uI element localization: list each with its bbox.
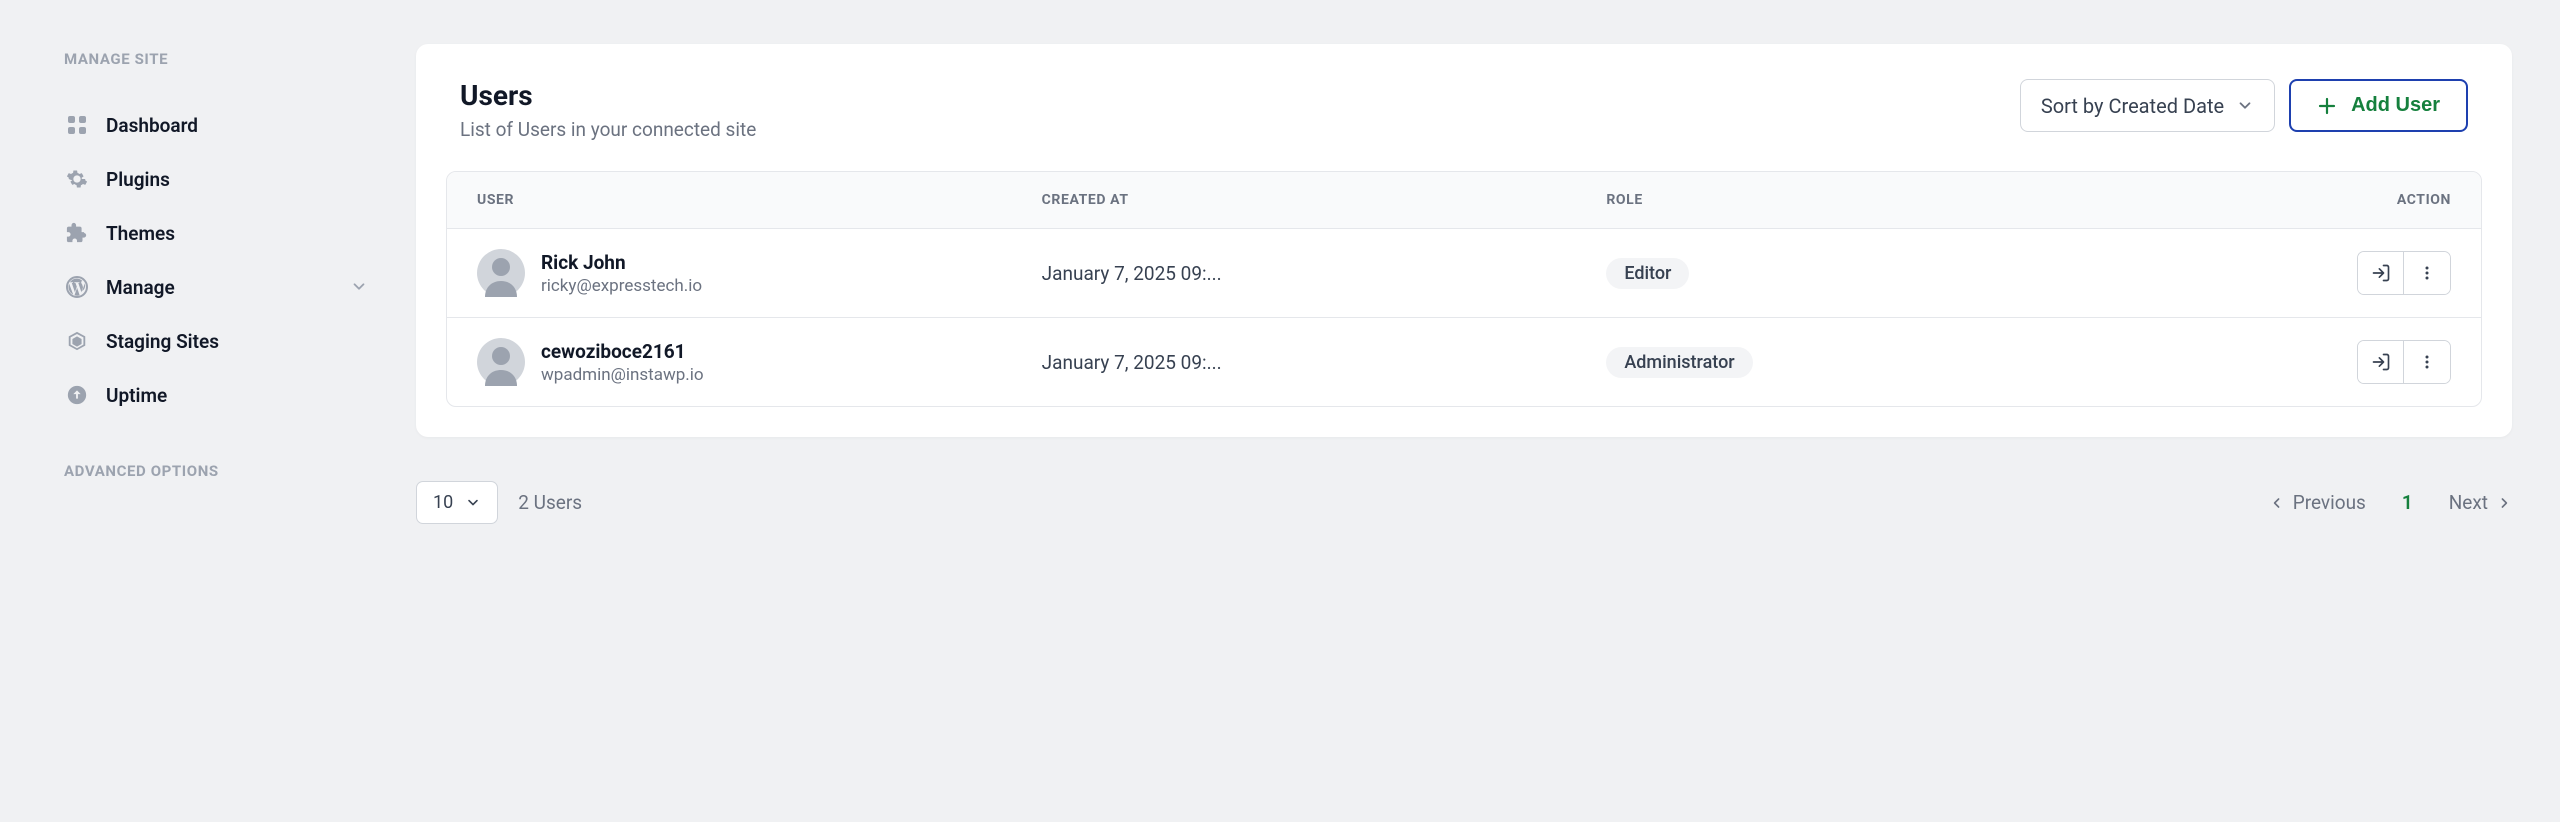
gear-icon — [64, 166, 90, 192]
login-as-button[interactable] — [2358, 341, 2404, 383]
previous-button[interactable]: Previous — [2269, 491, 2366, 514]
chevron-down-icon — [350, 278, 368, 296]
chevron-right-icon — [2496, 495, 2512, 511]
created-at: January 7, 2025 09:... — [1042, 351, 1607, 374]
cube-icon — [64, 328, 90, 354]
sidebar: MANAGE SITE Dashboard Plugins Themes Man… — [0, 0, 416, 822]
login-as-button[interactable] — [2358, 252, 2404, 294]
next-button[interactable]: Next — [2449, 491, 2512, 514]
user-cell: cewoziboce2161 wpadmin@instawp.io — [477, 338, 1042, 386]
sidebar-item-label: Dashboard — [106, 114, 198, 137]
next-label: Next — [2449, 491, 2488, 514]
page-subtitle: List of Users in your connected site — [460, 118, 756, 141]
total-count: 2 Users — [518, 491, 582, 514]
plus-icon — [2317, 96, 2337, 116]
add-user-button[interactable]: Add User — [2289, 79, 2468, 132]
sidebar-item-dashboard[interactable]: Dashboard — [64, 98, 368, 152]
sidebar-item-label: Plugins — [106, 168, 170, 191]
avatar — [477, 249, 525, 297]
created-at: January 7, 2025 09:... — [1042, 262, 1607, 285]
sidebar-item-label: Manage — [106, 276, 175, 299]
more-actions-button[interactable] — [2404, 252, 2450, 294]
main-content: Users List of Users in your connected si… — [416, 0, 2560, 822]
sidebar-item-manage[interactable]: Manage — [64, 260, 368, 314]
page-size-value: 10 — [433, 492, 453, 513]
sidebar-item-label: Staging Sites — [106, 330, 219, 353]
pager: Previous 1 Next — [2269, 491, 2512, 514]
header-titles: Users List of Users in your connected si… — [460, 79, 756, 141]
arrow-up-circle-icon — [64, 382, 90, 408]
chevron-down-icon — [465, 495, 481, 511]
user-name: Rick John — [541, 251, 702, 274]
card-header: Users List of Users in your connected si… — [446, 79, 2482, 141]
table-head: USER CREATED AT ROLE ACTION — [447, 172, 2481, 229]
pagination: 10 2 Users Previous 1 Next — [416, 481, 2512, 524]
add-user-label: Add User — [2351, 94, 2440, 117]
sidebar-item-label: Uptime — [106, 384, 167, 407]
sidebar-item-plugins[interactable]: Plugins — [64, 152, 368, 206]
avatar — [477, 338, 525, 386]
user-cell: Rick John ricky@expresstech.io — [477, 249, 1042, 297]
grid-icon — [64, 112, 90, 138]
sort-label: Sort by Created Date — [2041, 94, 2224, 118]
action-cell — [2171, 251, 2451, 295]
role-badge: Editor — [1606, 258, 1689, 289]
th-created-at: CREATED AT — [1042, 192, 1607, 208]
action-button-group — [2357, 251, 2451, 295]
sidebar-section-manage-site-title: MANAGE SITE — [64, 50, 368, 68]
header-actions: Sort by Created Date Add User — [2020, 79, 2468, 132]
chevron-left-icon — [2269, 495, 2285, 511]
sidebar-item-themes[interactable]: Themes — [64, 206, 368, 260]
users-card: Users List of Users in your connected si… — [416, 44, 2512, 437]
sidebar-item-label: Themes — [106, 222, 175, 245]
previous-label: Previous — [2293, 491, 2366, 514]
wordpress-icon — [64, 274, 90, 300]
user-name: cewoziboce2161 — [541, 340, 704, 363]
page-size-select[interactable]: 10 — [416, 481, 498, 524]
sidebar-item-staging-sites[interactable]: Staging Sites — [64, 314, 368, 368]
action-cell — [2171, 340, 2451, 384]
table-row: Rick John ricky@expresstech.io January 7… — [447, 229, 2481, 318]
table-row: cewoziboce2161 wpadmin@instawp.io Januar… — [447, 318, 2481, 406]
current-page[interactable]: 1 — [2402, 491, 2413, 514]
th-user: USER — [477, 192, 1042, 208]
sidebar-item-uptime[interactable]: Uptime — [64, 368, 368, 422]
sort-dropdown[interactable]: Sort by Created Date — [2020, 79, 2275, 132]
sidebar-section-advanced-title: ADVANCED OPTIONS — [64, 462, 368, 480]
chevron-down-icon — [2236, 97, 2254, 115]
user-email: ricky@expresstech.io — [541, 276, 702, 296]
users-table: USER CREATED AT ROLE ACTION Rick John ri… — [446, 171, 2482, 407]
puzzle-icon — [64, 220, 90, 246]
user-email: wpadmin@instawp.io — [541, 365, 704, 385]
th-action: ACTION — [2171, 192, 2451, 208]
more-actions-button[interactable] — [2404, 341, 2450, 383]
page-title: Users — [460, 79, 756, 112]
th-role: ROLE — [1606, 192, 2171, 208]
role-badge: Administrator — [1606, 347, 1752, 378]
action-button-group — [2357, 340, 2451, 384]
